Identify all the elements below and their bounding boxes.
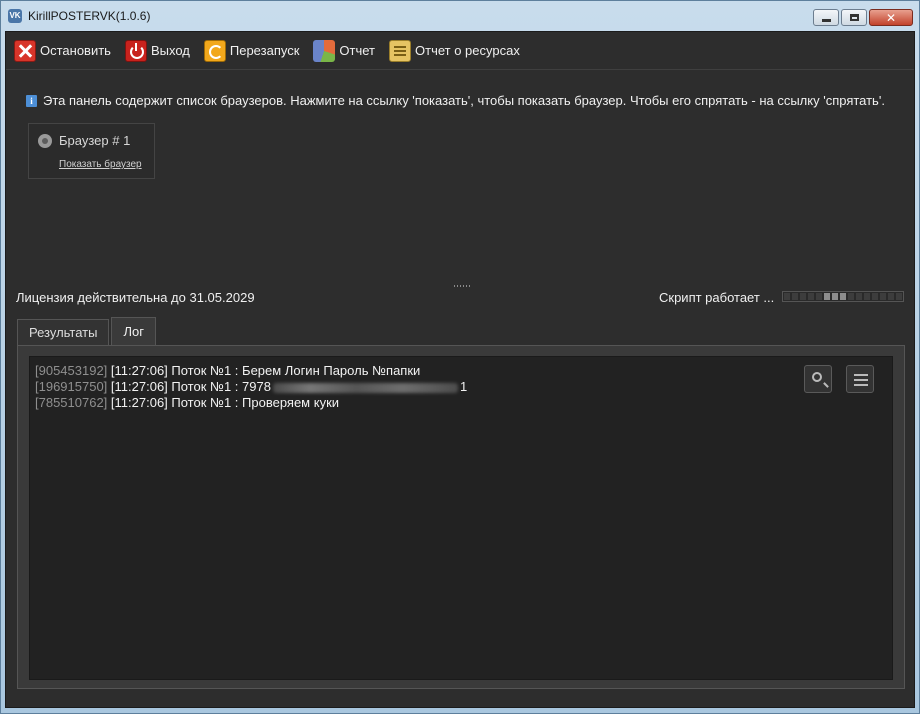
resources-report-button[interactable]: Отчет о ресурсах bbox=[389, 36, 520, 66]
pie-chart-icon bbox=[313, 39, 336, 62]
minimize-icon bbox=[821, 19, 831, 22]
maximize-icon bbox=[849, 14, 859, 21]
title-bar[interactable]: VK KirillPOSTERVK(1.0.6) ✕ bbox=[1, 1, 919, 31]
log-line-id: [905453192] bbox=[35, 363, 108, 378]
search-icon bbox=[812, 372, 822, 382]
vk-logo-icon: VK bbox=[8, 9, 22, 23]
report-label: Отчет bbox=[339, 43, 375, 58]
license-status: Лицензия действительна до 31.05.2029 bbox=[16, 290, 255, 305]
document-list-icon bbox=[389, 39, 411, 62]
log-menu-button[interactable] bbox=[846, 365, 874, 393]
stop-icon bbox=[14, 39, 36, 62]
window-controls: ✕ bbox=[813, 9, 913, 26]
log-line: [196915750] [11:27:06] Поток №1 : 7978 1 bbox=[35, 379, 467, 395]
stop-label: Остановить bbox=[40, 43, 111, 58]
stop-button[interactable]: Остановить bbox=[14, 36, 111, 66]
browser-title: Браузер # 1 bbox=[38, 133, 130, 148]
exit-label: Выход bbox=[150, 43, 190, 58]
log-line: [905453192] [11:27:06] Поток №1 : Берем … bbox=[35, 363, 467, 379]
info-icon: i bbox=[26, 94, 37, 107]
log-line-id: [196915750] bbox=[35, 379, 108, 394]
resources-report-label: Отчет о ресурсах bbox=[415, 43, 520, 58]
browser-card: Браузер # 1 Показать браузер bbox=[28, 123, 155, 179]
report-button[interactable]: Отчет bbox=[313, 36, 375, 66]
log-line: [785510762] [11:27:06] Поток №1 : Провер… bbox=[35, 395, 467, 411]
script-status: Скрипт работает ... bbox=[659, 290, 775, 305]
log-view[interactable]: [905453192] [11:27:06] Поток №1 : Берем … bbox=[29, 356, 893, 680]
script-progress-bar bbox=[782, 291, 904, 302]
restart-icon bbox=[203, 39, 226, 62]
power-icon bbox=[124, 39, 147, 62]
window-title: KirillPOSTERVK(1.0.6) bbox=[28, 9, 151, 23]
log-line-text: [11:27:06] Поток №1 : 7978 bbox=[110, 379, 271, 394]
show-browser-link[interactable]: Показать браузер bbox=[59, 159, 142, 170]
redacted-text bbox=[272, 382, 458, 393]
exit-button[interactable]: Выход bbox=[124, 36, 190, 66]
log-line-suffix: 1 bbox=[459, 379, 468, 394]
tab-results[interactable]: Результаты bbox=[17, 319, 110, 345]
chrome-icon bbox=[38, 133, 52, 148]
log-line-id: [785510762] bbox=[35, 395, 108, 410]
minimize-button[interactable] bbox=[813, 9, 839, 26]
log-line-text: [11:27:06] Поток №1 : Берем Логин Пароль… bbox=[110, 363, 421, 378]
app-window: VK KirillPOSTERVK(1.0.6) ✕ Остановить Вы… bbox=[0, 0, 920, 714]
close-button[interactable]: ✕ bbox=[869, 9, 913, 26]
log-tools bbox=[804, 365, 874, 393]
restart-button[interactable]: Перезапуск bbox=[203, 36, 300, 66]
tab-bar: Результаты Лог bbox=[17, 317, 158, 345]
close-icon: ✕ bbox=[885, 10, 897, 25]
log-search-button[interactable] bbox=[804, 365, 832, 393]
log-line-text: [11:27:06] Поток №1 : Проверяем куки bbox=[110, 395, 340, 410]
hamburger-menu-icon bbox=[854, 374, 868, 376]
browser-name: Браузер # 1 bbox=[59, 133, 131, 148]
info-text: Эта панель содержит список браузеров. На… bbox=[43, 93, 885, 108]
toolbar: Остановить Выход Перезапуск Отчет Отчет … bbox=[6, 32, 914, 70]
log-lines: [905453192] [11:27:06] Поток №1 : Берем … bbox=[35, 363, 467, 411]
progress-marquee bbox=[824, 293, 846, 300]
restart-label: Перезапуск bbox=[229, 43, 300, 58]
tab-log[interactable]: Лог bbox=[111, 317, 156, 345]
client-area: Остановить Выход Перезапуск Отчет Отчет … bbox=[5, 31, 915, 708]
log-tab-panel: [905453192] [11:27:06] Поток №1 : Берем … bbox=[17, 345, 905, 689]
splitter-handle[interactable] bbox=[454, 285, 471, 287]
maximize-button[interactable] bbox=[841, 9, 867, 26]
info-message: i Эта панель содержит список браузеров. … bbox=[26, 93, 885, 108]
